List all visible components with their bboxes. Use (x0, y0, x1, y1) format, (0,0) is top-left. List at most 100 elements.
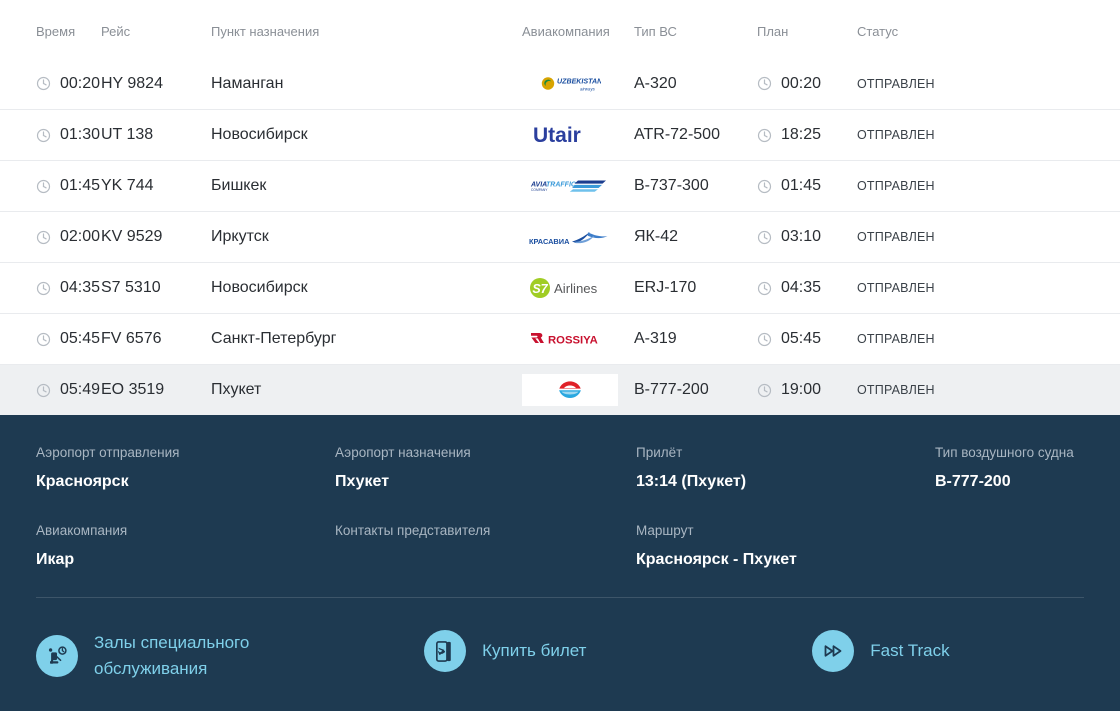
cell-aircraft-type: ERJ-170 (634, 263, 757, 313)
destination-name: Пхукет (211, 381, 262, 398)
panel-divider (36, 597, 1084, 598)
cell-airline: КРАСАВИА (522, 212, 634, 262)
column-header-airline: Авиакомпания (522, 23, 610, 39)
plan-time-value: 18:25 (781, 126, 822, 143)
cell-plan: 00:20 (757, 58, 857, 109)
service-link-label: Залы специального обслуживания (94, 633, 250, 678)
cell-time: 04:35 (0, 263, 101, 313)
detail-field-label: Тип воздушного судна (935, 445, 1074, 460)
table-row[interactable]: 01:30 UT 138 Новосибирск Utair ATR-72-50… (0, 109, 1120, 160)
plan-time-value: 19:00 (781, 381, 822, 398)
detail-field-label: Авиакомпания (36, 523, 128, 538)
flight-number: KV 9529 (101, 228, 163, 245)
cell-airline (522, 365, 634, 415)
service-link-label: Fast Track (870, 641, 950, 660)
time-value: 05:49 (60, 381, 101, 398)
detail-field-value: Икар (36, 551, 75, 568)
flight-number: FV 6576 (101, 330, 162, 347)
flight-number: HY 9824 (101, 74, 163, 92)
column-header-time: Время (36, 23, 76, 39)
clock-icon (757, 230, 772, 245)
table-row[interactable]: 00:20 HY 9824 Наманган UZBEKISTAN airway… (0, 58, 1120, 109)
clock-icon (36, 383, 51, 398)
cell-destination: Пхукет (211, 365, 522, 415)
table-header-row: Время Рейс Пункт назначения Авиакомпания… (0, 0, 1120, 58)
cell-plan: 19:00 (757, 365, 857, 415)
uzbekistan-airways-logo: UZBEKISTAN airways (522, 67, 618, 100)
svg-text:ROSSIYA: ROSSIYA (548, 335, 598, 347)
detail-field-value: Пхукет (335, 473, 390, 490)
cell-status: ОТПРАВЛЕН (857, 263, 1084, 313)
cell-destination: Новосибирск (211, 263, 522, 313)
service-link-label: Купить билет (482, 641, 587, 660)
detail-field-value (935, 549, 1084, 599)
detail-field-value: B-777-200 (935, 473, 1011, 490)
cell-destination: Санкт-Петербург (211, 314, 522, 364)
plan-time-value: 01:45 (781, 177, 822, 194)
clock-icon (757, 332, 772, 347)
status-badge: ОТПРАВЛЕН (857, 332, 935, 346)
cell-flight: S7 5310 (101, 263, 211, 313)
s7-airlines-logo: S7 Airlines (522, 272, 618, 304)
service-link[interactable]: Купить билет (424, 630, 812, 672)
detail-field-label: Маршрут (636, 523, 694, 538)
plan-time-value: 03:10 (781, 228, 822, 245)
destination-name: Иркутск (211, 228, 269, 245)
cell-destination: Наманган (211, 58, 522, 109)
detail-field-label (935, 521, 1084, 549)
svg-text:Airlines: Airlines (554, 281, 598, 296)
fast-forward-icon (812, 630, 855, 672)
service-link[interactable]: Fast Track (812, 630, 1084, 672)
cell-flight: YK 744 (101, 161, 211, 211)
cell-status: ОТПРАВЛЕН (857, 365, 1084, 415)
cell-flight: KV 9529 (101, 212, 211, 262)
plan-time-value: 00:20 (781, 74, 822, 92)
column-header-flight: Рейс (101, 23, 131, 39)
time-value: 04:35 (60, 279, 101, 296)
cell-time: 01:45 (0, 161, 101, 211)
cell-destination: Новосибирск (211, 110, 522, 160)
cell-airline: AVIA TRAFFIC COMPANY (522, 161, 634, 211)
cell-destination: Бишкек (211, 161, 522, 211)
column-header-plan: План (757, 23, 789, 39)
cell-plan: 18:25 (757, 110, 857, 160)
time-value: 02:00 (60, 228, 101, 245)
cell-aircraft-type: A-319 (634, 314, 757, 364)
time-value: 05:45 (60, 330, 101, 347)
clock-icon (757, 76, 772, 91)
column-header-status: Статус (857, 23, 899, 39)
cell-status: ОТПРАВЛЕН (857, 110, 1084, 160)
cell-aircraft-type: B-737-300 (634, 161, 757, 211)
cell-destination: Иркутск (211, 212, 522, 262)
table-row[interactable]: 02:00 KV 9529 Иркутск КРАСАВИА ЯК-42 03:… (0, 211, 1120, 262)
aircraft-type-value: А-320 (634, 74, 677, 92)
detail-field-label: Аэропорт назначения (335, 445, 471, 460)
flight-number: YK 744 (101, 177, 154, 194)
column-header-type: Тип ВС (634, 23, 677, 39)
status-badge: ОТПРАВЛЕН (857, 179, 935, 193)
destination-name: Наманган (211, 74, 284, 92)
table-row[interactable]: 05:49 EO 3519 Пхукет B-777-200 19:00 ОТП (0, 364, 1120, 415)
destination-name: Санкт-Петербург (211, 330, 337, 347)
detail-field-label: Контакты представителя (335, 523, 491, 538)
status-badge: ОТПРАВЛЕН (857, 383, 935, 397)
svg-text:Utair: Utair (533, 124, 581, 147)
time-value: 00:20 (60, 74, 101, 92)
krasavia-logo: КРАСАВИА (522, 221, 618, 253)
cell-time: 01:30 (0, 110, 101, 160)
cell-flight: FV 6576 (101, 314, 211, 364)
utair-logo: Utair (522, 119, 618, 151)
detail-field-value: Красноярск (36, 473, 129, 490)
table-row[interactable]: 05:45 FV 6576 Санкт-Петербург ROSSIYA A-… (0, 313, 1120, 364)
table-row[interactable]: 04:35 S7 5310 Новосибирск S7 Airlines ER… (0, 262, 1120, 313)
table-row[interactable]: 01:45 YK 744 Бишкек AVIA TRAFFIC COMPANY… (0, 160, 1120, 211)
flight-detail-panel: Аэропорт отправления Аэропорт назначения П… (0, 415, 1120, 711)
rossiya-logo: ROSSIYA (522, 323, 618, 355)
service-links: Залы специального обслуживания Купить би… (36, 630, 1084, 682)
detail-field-value: 13:14 (Пхукет) (636, 473, 747, 490)
cell-airline: S7 Airlines (522, 263, 634, 313)
svg-text:TRAFFIC: TRAFFIC (546, 182, 577, 189)
service-link[interactable]: Залы специального обслуживания (36, 630, 424, 682)
cell-flight: UT 138 (101, 110, 211, 160)
aircraft-type-value: ЯК-42 (634, 228, 678, 245)
